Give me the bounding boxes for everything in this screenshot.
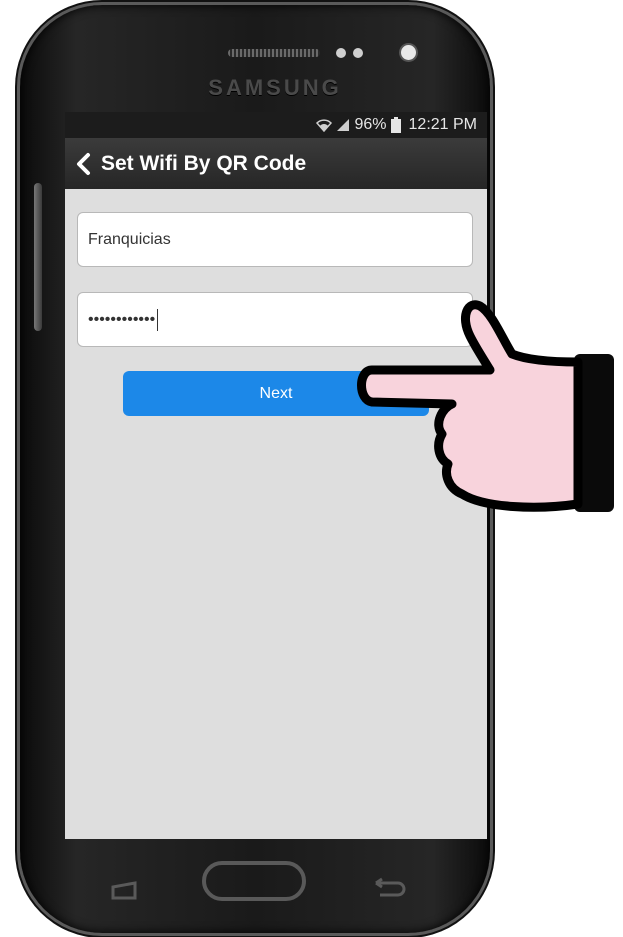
pointing-hand-icon — [357, 300, 614, 512]
page-title: Set Wifi By QR Code — [101, 151, 307, 175]
status-bar: 96% 12:21 PM — [65, 112, 487, 138]
next-button-label: Next — [259, 384, 293, 402]
battery-percent: 96% — [354, 116, 387, 133]
app-bar: Set Wifi By QR Code — [65, 138, 487, 189]
brand-logo: SAMSUNG — [208, 75, 342, 100]
clock: 12:21 PM — [408, 116, 477, 133]
wifi-icon — [316, 119, 333, 132]
ssid-value: Franquicias — [88, 230, 171, 248]
ssid-field[interactable]: Franquicias — [77, 212, 473, 267]
light-sensor — [353, 48, 363, 58]
side-button — [34, 183, 42, 331]
password-value: •••••••••••• — [88, 310, 156, 328]
signal-icon — [337, 119, 350, 131]
earpiece-speaker — [228, 49, 320, 57]
hardware-nav-bar — [20, 839, 490, 933]
chevron-left-icon[interactable] — [73, 152, 93, 176]
recent-apps-icon[interactable] — [110, 881, 138, 901]
home-button[interactable] — [202, 861, 306, 901]
front-camera — [401, 45, 416, 60]
text-cursor — [157, 308, 159, 331]
proximity-sensor — [336, 48, 346, 58]
back-key-icon[interactable] — [372, 877, 408, 901]
battery-icon — [390, 117, 401, 133]
